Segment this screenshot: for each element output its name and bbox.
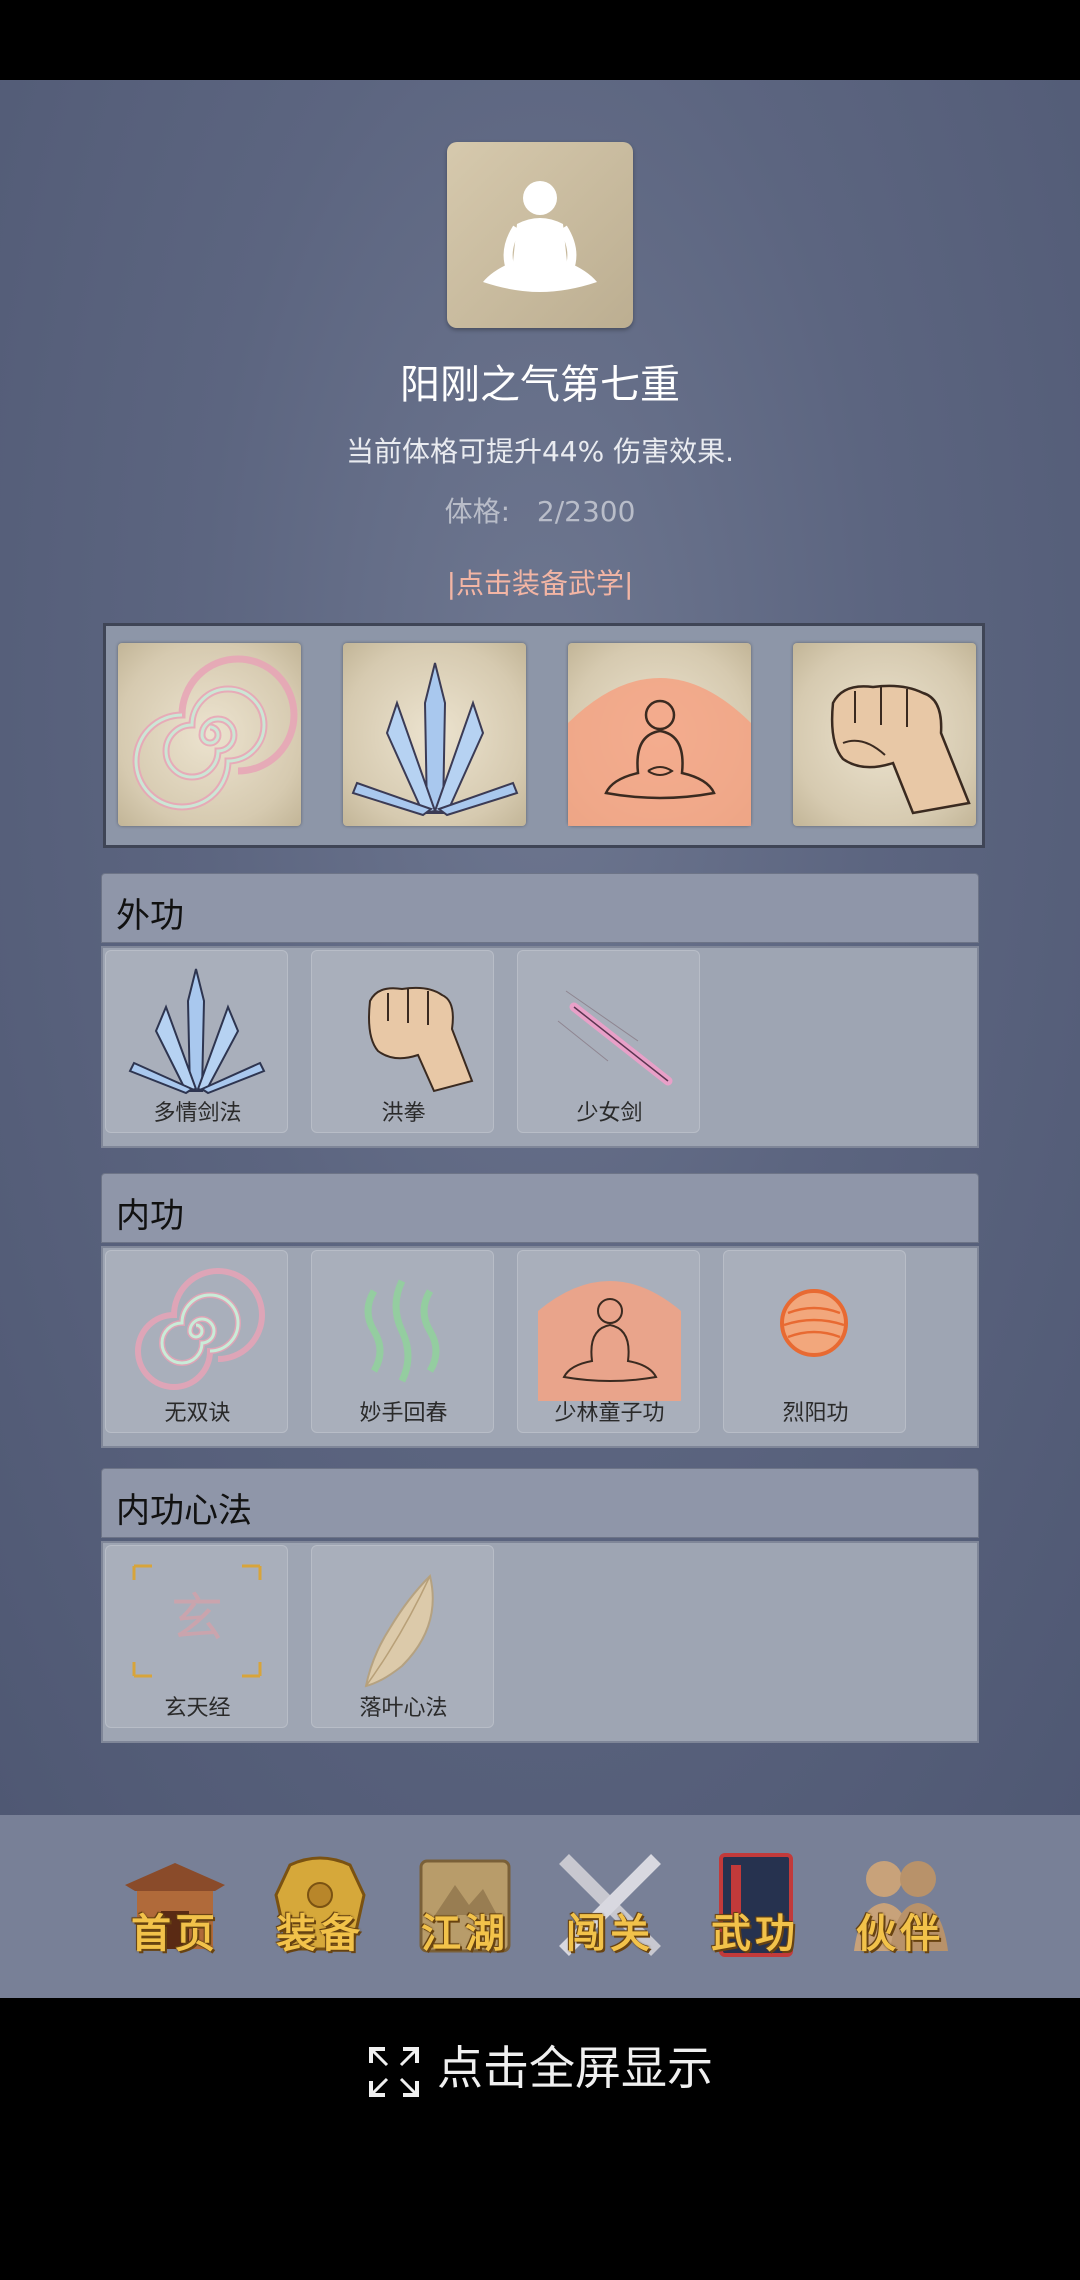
character-avatar <box>447 142 633 328</box>
physique-label: 体格: <box>444 495 510 528</box>
nav-companions[interactable]: 伙伴 <box>840 1845 960 1965</box>
section-title: 外功 <box>116 896 184 936</box>
skill-name: 多情剑法 <box>153 1101 242 1126</box>
meditating-figure-icon <box>483 181 597 292</box>
nav-label: 装备 <box>276 1910 364 1957</box>
equipped-slot-3[interactable] <box>568 643 751 826</box>
bottom-bar: 点击全屏显示 <box>0 1998 1080 2280</box>
nav-label: 闯关 <box>566 1910 654 1957</box>
nav-label: 江湖 <box>421 1910 509 1957</box>
skill-name: 烈阳功 <box>782 1401 849 1426</box>
fullscreen-button[interactable]: 点击全屏显示 <box>0 2032 1080 2099</box>
skill-name: 玄天经 <box>164 1696 231 1721</box>
fullscreen-label: 点击全屏显示 <box>437 2041 713 2095</box>
physique-value: 2/2300 <box>536 495 636 528</box>
equipped-slot-4[interactable] <box>793 643 976 826</box>
martial-arts-screen: 阳刚之气第七重 当前体格可提升44% 伤害效果. 体格: 2/2300 |点击装… <box>0 80 1080 1815</box>
equip-martial-arts-link[interactable]: |点击装备武学| <box>0 562 1080 602</box>
skill-card[interactable]: 玄 玄天经 <box>105 1545 288 1728</box>
skill-card[interactable]: 多情剑法 <box>105 950 288 1133</box>
section-title: 内功 <box>116 1196 184 1236</box>
expand-icon <box>369 2046 419 2097</box>
status-bar <box>0 0 1080 80</box>
equipped-slot-2[interactable] <box>343 643 526 826</box>
fist-icon <box>830 684 971 815</box>
skill-name: 妙手回春 <box>359 1401 448 1426</box>
skill-card[interactable]: 落叶心法 <box>311 1545 494 1728</box>
skill-name: 少林童子功 <box>554 1401 665 1426</box>
skill-name: 落叶心法 <box>359 1696 448 1721</box>
equipped-slot-1[interactable] <box>118 643 301 826</box>
nav-label: 伙伴 <box>856 1910 944 1957</box>
swirl-icon <box>132 655 298 811</box>
meditating-monk-icon <box>568 678 751 826</box>
equipped-slots-panel <box>103 623 985 848</box>
physique-stat: 体格: 2/2300 <box>0 490 1080 530</box>
skill-name: 少女剑 <box>576 1101 643 1126</box>
skill-card[interactable]: 无双诀 <box>105 1250 288 1433</box>
crystal-blades-icon <box>351 662 519 817</box>
nav-jianghu[interactable]: 江湖 <box>405 1845 525 1965</box>
section-grid: 玄 玄天经 落叶心法 <box>101 1541 979 1743</box>
skill-card[interactable]: 洪拳 <box>311 950 494 1133</box>
nav-label: 首页 <box>131 1910 219 1957</box>
nav-equipment[interactable]: 装备 <box>260 1845 380 1965</box>
nav-martial-arts[interactable]: 武功 <box>695 1845 815 1965</box>
nav-challenge[interactable]: 闯关 <box>550 1845 670 1965</box>
skill-card[interactable]: 烈阳功 <box>723 1250 906 1433</box>
section-grid: 多情剑法 洪拳 少女剑 <box>101 946 979 1148</box>
section-header: 内功心法 <box>101 1468 979 1538</box>
bottom-navigation: 首页 装备 江湖 闯关 武功 伙伴 <box>0 1815 1080 1998</box>
realm-title: 阳刚之气第七重 <box>400 362 680 408</box>
svg-text:玄: 玄 <box>171 1589 223 1649</box>
realm-description: 当前体格可提升44% 伤害效果. <box>345 435 735 468</box>
section-header: 内功 <box>101 1173 979 1243</box>
section-title: 内功心法 <box>116 1491 252 1531</box>
nav-home[interactable]: 首页 <box>115 1845 235 1965</box>
section-header: 外功 <box>101 873 979 943</box>
skill-card[interactable]: 妙手回春 <box>311 1250 494 1433</box>
nav-label: 武功 <box>711 1910 799 1957</box>
skill-name: 洪拳 <box>381 1101 426 1126</box>
section-grid: 无双诀 妙手回春 少林童子功 烈阳功 <box>101 1246 979 1448</box>
skill-card[interactable]: 少女剑 <box>517 950 700 1133</box>
skill-card[interactable]: 少林童子功 <box>517 1250 700 1433</box>
skill-name: 无双诀 <box>164 1401 231 1426</box>
